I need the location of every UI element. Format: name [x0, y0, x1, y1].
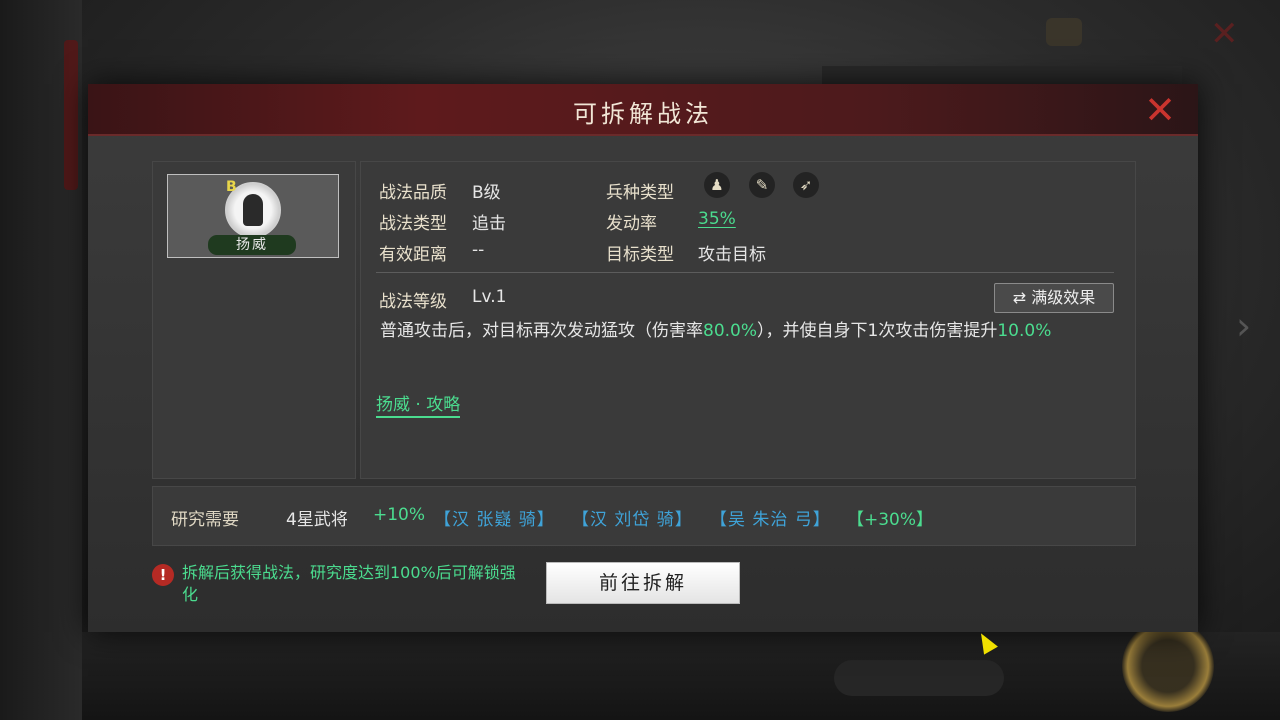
- background-close-icon: ✕: [1210, 14, 1239, 54]
- warning-text: 拆解后获得战法，研究度达到100%后可解锁强化: [182, 563, 516, 604]
- warning-icon: !: [152, 564, 174, 586]
- decompose-skill-dialog: 可拆解战法 ✕ B 扬威 战法品质 B级 战法类型 追击 有效距离 -- 兵种类…: [88, 84, 1198, 632]
- background-currency-bar: [834, 660, 1004, 696]
- skill-description: 普通攻击后，对目标再次发动猛攻（伤害率80.0%），并使自身下1次攻击伤害提升1…: [380, 318, 1120, 344]
- troop-type-label: 兵种类型: [606, 183, 674, 203]
- damage-rate-value: 80.0%: [703, 321, 758, 341]
- close-icon: ✕: [1144, 88, 1176, 132]
- research-general-2[interactable]: 【汉 刘岱 骑】: [572, 505, 693, 530]
- dialog-title: 可拆解战法: [573, 100, 713, 128]
- infantry-icon: ♟: [704, 172, 730, 198]
- quality-value: B级: [472, 183, 501, 203]
- description-part1: 普通攻击后，对目标再次发动猛攻（伤害率: [380, 321, 703, 341]
- research-bonus: +10%: [373, 505, 426, 525]
- research-label: 研究需要: [171, 510, 239, 530]
- range-value: --: [472, 240, 485, 260]
- background-next-arrow-icon: ›: [1236, 304, 1252, 348]
- damage-boost-value: 10.0%: [997, 321, 1052, 341]
- skill-card-panel: B 扬威: [152, 161, 356, 479]
- skill-name: 扬威: [208, 235, 296, 255]
- target-type-label: 目标类型: [606, 245, 674, 265]
- range-label: 有效距离: [379, 245, 447, 265]
- level-value: Lv.1: [472, 287, 507, 307]
- max-level-effect-button[interactable]: ⇄ 满级效果: [994, 283, 1114, 313]
- swap-icon: ⇄: [1012, 288, 1027, 307]
- quality-label: 战法品质: [379, 183, 447, 203]
- research-requirement-bar: 研究需要 4星武将 +10% 【汉 张嶷 骑】 【汉 刘岱 骑】 【吴 朱治 弓…: [152, 486, 1136, 546]
- go-decompose-button[interactable]: 前往拆解: [546, 562, 740, 604]
- trigger-rate-value[interactable]: 35%: [698, 209, 736, 229]
- spear-icon: ✎: [749, 172, 775, 198]
- research-requirement: 4星武将: [286, 510, 348, 530]
- info-divider: [376, 272, 1114, 273]
- type-value: 追击: [472, 214, 506, 234]
- skill-grade-badge: B: [226, 179, 237, 195]
- type-label: 战法类型: [379, 214, 447, 234]
- research-general-1[interactable]: 【汉 张嶷 骑】: [434, 505, 555, 530]
- close-button[interactable]: ✕: [1140, 90, 1180, 130]
- bow-icon: ➶: [793, 172, 819, 198]
- warrior-silhouette-icon: [243, 194, 263, 226]
- strategy-guide-link[interactable]: 扬威 · 攻略: [376, 390, 461, 418]
- trigger-rate-label: 发动率: [606, 214, 657, 234]
- left-sidebar-red-tab: [64, 40, 78, 190]
- level-label: 战法等级: [379, 292, 447, 312]
- research-extra-bonus: 【+30%】: [847, 510, 934, 530]
- target-type-value: 攻击目标: [698, 245, 766, 265]
- background-gold-ring-button: [1122, 620, 1214, 712]
- top-right-resource-icon: [1046, 18, 1082, 46]
- dialog-header: 可拆解战法 ✕: [88, 84, 1198, 136]
- skill-card[interactable]: B 扬威: [167, 174, 339, 258]
- max-level-button-label: 满级效果: [1031, 288, 1096, 307]
- research-general-3[interactable]: 【吴 朱治 弓】: [710, 505, 831, 530]
- description-part2: ），并使自身下1次攻击伤害提升: [757, 321, 998, 341]
- bottom-toolbar-background: [82, 632, 1280, 720]
